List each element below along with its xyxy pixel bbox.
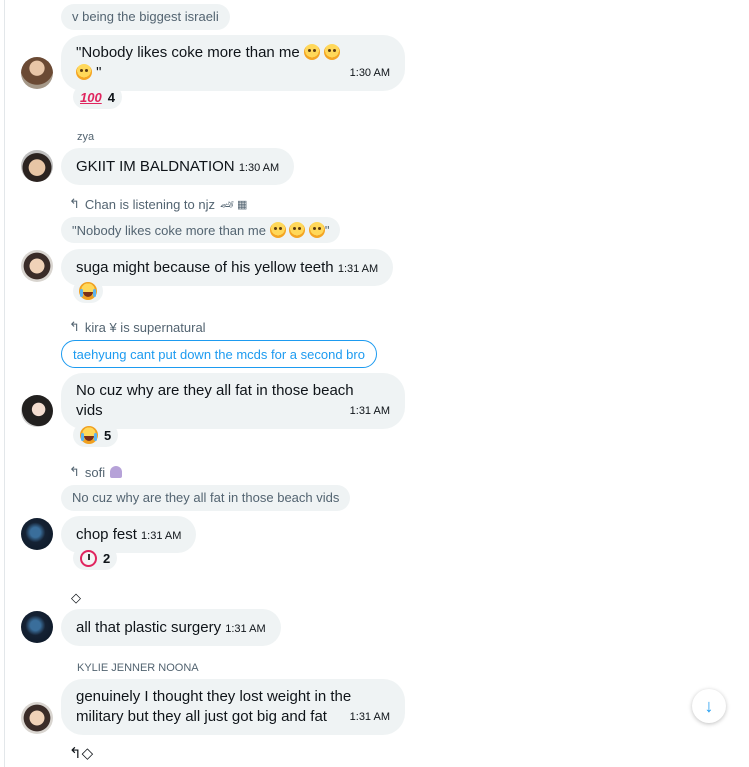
- quoted-message[interactable]: v being the biggest israeli: [61, 4, 230, 30]
- sender-name[interactable]: zya: [77, 131, 94, 143]
- ghost-emoji: [110, 466, 123, 478]
- sender-name[interactable]: KYLIE JENNER NOONA: [77, 662, 199, 674]
- timestamp: 1:30 AM: [349, 67, 390, 79]
- message-bubble[interactable]: "Nobody likes coke more than me " 1:30 AM: [61, 35, 405, 91]
- reply-context[interactable]: ↰ sofi: [69, 464, 123, 480]
- message-text: suga might because of his yellow teeth: [76, 259, 334, 276]
- timestamp: 1:31 AM: [337, 263, 379, 275]
- timestamp: 1:31 AM: [349, 405, 390, 417]
- avatar[interactable]: [21, 150, 53, 182]
- arrow-down-icon: ↓: [704, 695, 714, 716]
- avatar[interactable]: [21, 57, 53, 89]
- reaction-count: 5: [104, 427, 112, 443]
- message-text: all that plastic surgery: [76, 619, 222, 636]
- crying-face-emoji: [80, 426, 98, 444]
- message-text: genuinely I thought they lost weight in …: [76, 688, 352, 705]
- message-text: chop fest: [76, 526, 137, 543]
- reply-arrow-icon: ↰: [69, 196, 80, 211]
- timestamp: 1:31 AM: [349, 711, 390, 723]
- message-bubble[interactable]: GKIIT IM BALDNATION 1:30 AM: [61, 148, 295, 185]
- reaction-count: 2: [103, 550, 111, 566]
- quoted-message[interactable]: No cuz why are they all fat in those bea…: [61, 485, 351, 511]
- message-text: military but they all just got big and f…: [76, 708, 327, 725]
- timestamp: 1:31 AM: [141, 530, 182, 542]
- avatar[interactable]: [21, 518, 53, 550]
- reaction-pill[interactable]: [73, 279, 103, 303]
- message-bubble[interactable]: genuinely I thought they lost weight in …: [61, 679, 405, 735]
- message-text: "Nobody likes coke more than me: [76, 43, 390, 63]
- avatar[interactable]: [21, 250, 53, 282]
- crying-face-emoji: [79, 282, 97, 300]
- pleading-face-emoji: [76, 64, 92, 80]
- reply-arrow-icon: ↰: [69, 319, 80, 334]
- pleading-face-emoji: [324, 44, 341, 60]
- reply-arrow-icon: ↰: [69, 464, 80, 479]
- alarm-clock-icon: [80, 549, 97, 567]
- reply-context[interactable]: ↰ kira ¥ is supernatural: [69, 319, 206, 335]
- message-text: vids: [76, 402, 103, 419]
- reply-diamond-icon[interactable]: ↰◇: [69, 744, 93, 762]
- pleading-face-emoji: [308, 222, 325, 238]
- reaction-pill[interactable]: 5: [73, 423, 119, 447]
- message-bubble[interactable]: all that plastic surgery 1:31 AM: [61, 609, 281, 646]
- quoted-message[interactable]: taehyung cant put down the mcds for a se…: [61, 340, 377, 368]
- reaction-pill[interactable]: 100 4: [73, 85, 122, 109]
- reaction-count: 4: [107, 89, 115, 105]
- avatar[interactable]: [21, 702, 53, 734]
- message-text: No cuz why are they all fat in those bea…: [76, 382, 354, 399]
- avatar[interactable]: [21, 611, 53, 643]
- pleading-face-emoji: [303, 44, 320, 60]
- avatar[interactable]: [21, 395, 53, 427]
- hundred-points-icon: 100: [80, 89, 102, 105]
- diamond-icon: ◇: [71, 590, 81, 605]
- pleading-face-emoji: [269, 222, 286, 238]
- quoted-message[interactable]: "Nobody likes coke more than me ": [61, 217, 341, 243]
- timestamp: 1:31 AM: [225, 623, 266, 635]
- message-bubble[interactable]: suga might because of his yellow teeth 1…: [61, 249, 394, 286]
- reply-context[interactable]: ↰ Chan is listening to njz 🏎 ▦: [69, 196, 247, 212]
- timestamp: 1:30 AM: [238, 162, 280, 174]
- panel-divider: [4, 0, 5, 767]
- scroll-to-bottom-button[interactable]: ↓: [692, 689, 726, 723]
- pleading-face-emoji: [289, 222, 306, 238]
- message-bubble[interactable]: No cuz why are they all fat in those bea…: [61, 373, 405, 429]
- reaction-pill[interactable]: 2: [73, 546, 118, 570]
- flag-emoji: 🏎 ▦: [219, 198, 248, 211]
- message-text: GKIIT IM BALDNATION: [76, 158, 235, 175]
